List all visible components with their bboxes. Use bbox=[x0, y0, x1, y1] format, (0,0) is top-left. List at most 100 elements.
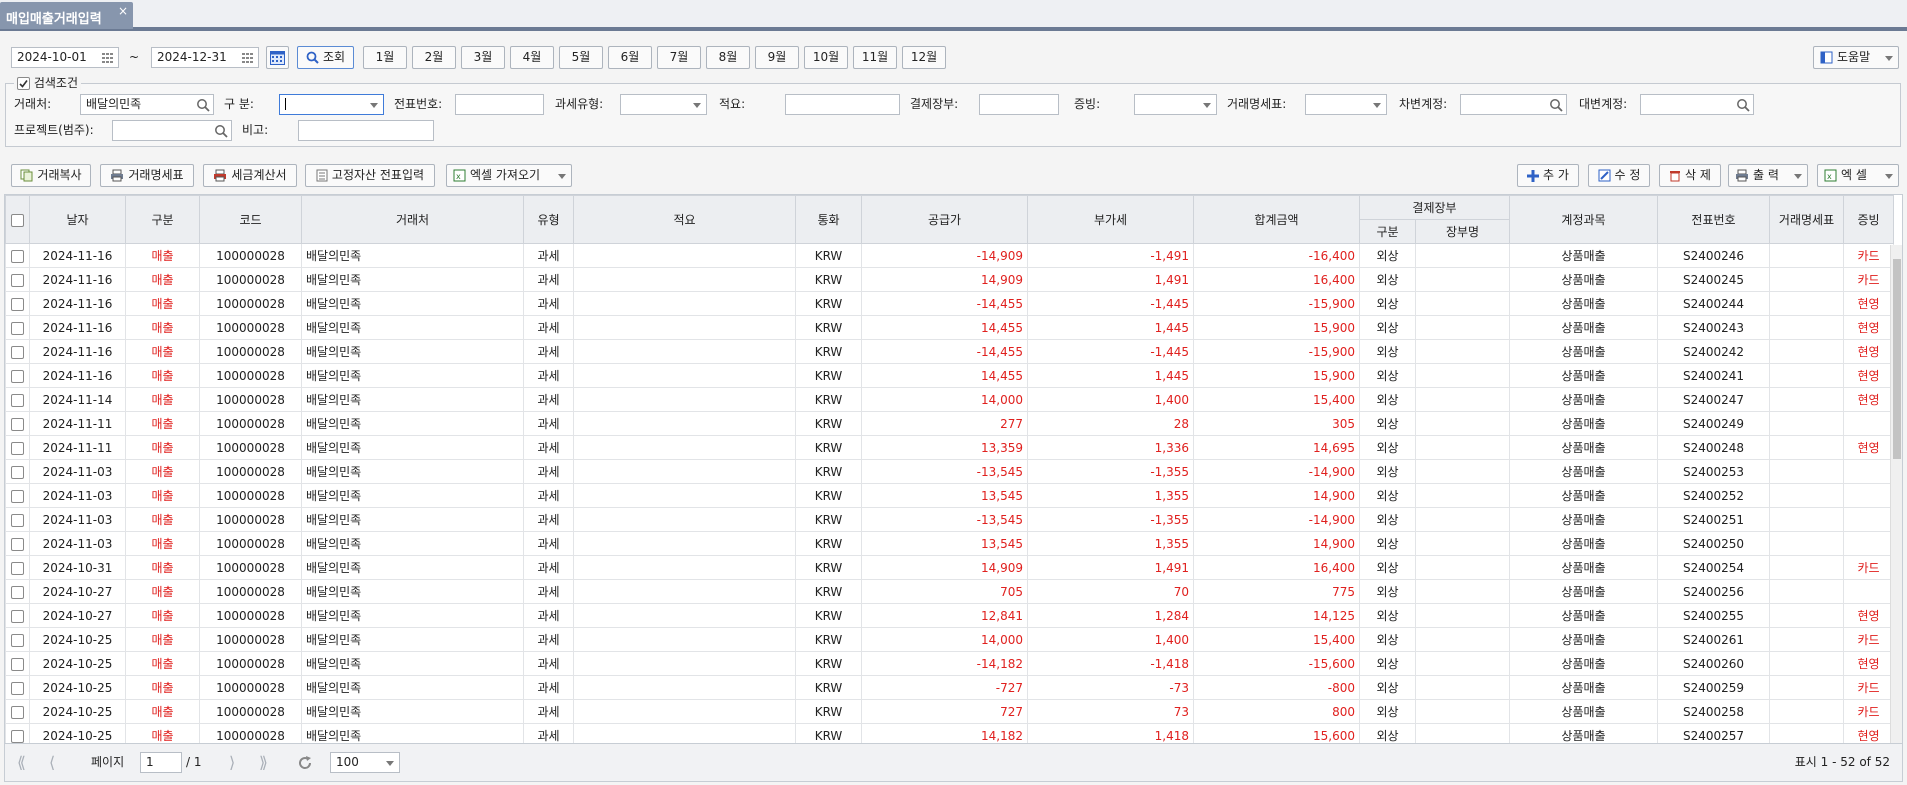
slip-number-input[interactable] bbox=[455, 94, 544, 115]
cell-statement[interactable] bbox=[1769, 531, 1845, 556]
table-row[interactable]: 2024-11-16 매출 100000028 배달의민족 과세 KRW 14,455 1,4… bbox=[5, 363, 1895, 388]
cell-memo[interactable] bbox=[573, 291, 796, 316]
excel-import-button[interactable]: x 엑셀 가져오기 bbox=[446, 164, 572, 187]
cell-kind[interactable]: 매출 bbox=[125, 675, 200, 700]
cell-kind[interactable]: 매출 bbox=[125, 483, 200, 508]
cell-client[interactable]: 배달의민족 bbox=[301, 651, 524, 676]
cell-pay-kind[interactable]: 외상 bbox=[1359, 291, 1416, 316]
cell-client[interactable]: 배달의민족 bbox=[301, 483, 524, 508]
cell-statement[interactable] bbox=[1769, 387, 1845, 412]
cell-kind[interactable]: 매출 bbox=[125, 579, 200, 604]
cell-pay-kind[interactable]: 외상 bbox=[1359, 723, 1416, 743]
row-checkbox[interactable] bbox=[11, 441, 24, 455]
cell-statement[interactable] bbox=[1769, 339, 1845, 364]
cell-account[interactable]: 상품매출 bbox=[1509, 483, 1659, 508]
credit-account-input[interactable] bbox=[1640, 94, 1754, 115]
cell-ledger[interactable] bbox=[1414, 531, 1511, 556]
cell-client[interactable]: 배달의민족 bbox=[301, 243, 524, 268]
cell-account[interactable]: 상품매출 bbox=[1509, 555, 1659, 580]
cell-ledger[interactable] bbox=[1414, 339, 1511, 364]
cell-memo[interactable] bbox=[573, 387, 796, 412]
table-row[interactable]: 2024-11-11 매출 100000028 배달의민족 과세 KRW 13,359 1,3… bbox=[5, 435, 1895, 460]
cell-slip[interactable]: S2400260 bbox=[1657, 651, 1771, 676]
cell-currency[interactable]: KRW bbox=[795, 363, 862, 388]
table-row[interactable]: 2024-10-25 매출 100000028 배달의민족 과세 KRW 14,000 1,4… bbox=[5, 627, 1895, 652]
header-supply[interactable]: 공급가 bbox=[861, 195, 1028, 244]
row-select-cell[interactable] bbox=[5, 699, 30, 724]
month-10-button[interactable]: 10월 bbox=[804, 46, 848, 69]
next-page-icon[interactable]: ⟩ bbox=[229, 753, 235, 772]
cell-statement[interactable] bbox=[1769, 243, 1845, 268]
cell-supply[interactable]: -14,909 bbox=[861, 243, 1028, 268]
grid-scrollbar-thumb[interactable] bbox=[1893, 259, 1901, 459]
cell-date[interactable]: 2024-11-11 bbox=[29, 411, 126, 436]
excel-button[interactable]: x엑 셀 bbox=[1817, 164, 1899, 187]
cell-code[interactable]: 100000028 bbox=[199, 315, 302, 340]
header-pay-kind[interactable]: 구분 bbox=[1359, 219, 1416, 244]
row-select-cell[interactable] bbox=[5, 507, 30, 532]
cell-type[interactable]: 과세 bbox=[523, 483, 574, 508]
statement-button[interactable]: 거래명세표 bbox=[100, 164, 194, 187]
row-checkbox[interactable] bbox=[11, 729, 24, 743]
cell-client[interactable]: 배달의민족 bbox=[301, 555, 524, 580]
cell-date[interactable]: 2024-11-03 bbox=[29, 507, 126, 532]
cell-memo[interactable] bbox=[573, 699, 796, 724]
cell-vat[interactable]: 70 bbox=[1027, 579, 1194, 604]
row-checkbox[interactable] bbox=[11, 681, 24, 695]
cell-slip[interactable]: S2400256 bbox=[1657, 579, 1771, 604]
cell-date[interactable]: 2024-11-16 bbox=[29, 339, 126, 364]
cell-kind[interactable]: 매출 bbox=[125, 723, 200, 743]
cell-vat[interactable]: -1,491 bbox=[1027, 243, 1194, 268]
client-input[interactable]: 배달의민족 bbox=[80, 94, 214, 115]
cell-total[interactable]: -800 bbox=[1193, 675, 1360, 700]
search-icon[interactable] bbox=[1736, 98, 1750, 112]
month-2-button[interactable]: 2월 bbox=[412, 46, 456, 69]
cell-kind[interactable]: 매출 bbox=[125, 435, 200, 460]
cell-code[interactable]: 100000028 bbox=[199, 267, 302, 292]
cell-memo[interactable] bbox=[573, 723, 796, 743]
cell-date[interactable]: 2024-11-03 bbox=[29, 531, 126, 556]
cell-ledger[interactable] bbox=[1414, 555, 1511, 580]
cell-slip[interactable]: S2400257 bbox=[1657, 723, 1771, 743]
cell-total[interactable]: -14,900 bbox=[1193, 459, 1360, 484]
cell-proof[interactable]: 현영 bbox=[1843, 651, 1895, 676]
cell-pay-kind[interactable]: 외상 bbox=[1359, 315, 1416, 340]
cell-memo[interactable] bbox=[573, 579, 796, 604]
cell-account[interactable]: 상품매출 bbox=[1509, 291, 1659, 316]
cell-statement[interactable] bbox=[1769, 267, 1845, 292]
cell-proof[interactable]: 카드 bbox=[1843, 243, 1895, 268]
cell-pay-kind[interactable]: 외상 bbox=[1359, 603, 1416, 628]
cell-date[interactable]: 2024-11-03 bbox=[29, 459, 126, 484]
cell-currency[interactable]: KRW bbox=[795, 699, 862, 724]
cell-type[interactable]: 과세 bbox=[523, 459, 574, 484]
cell-slip[interactable]: S2400247 bbox=[1657, 387, 1771, 412]
cell-proof[interactable] bbox=[1843, 531, 1895, 556]
close-icon[interactable]: × bbox=[118, 4, 128, 18]
cell-currency[interactable]: KRW bbox=[795, 267, 862, 292]
calendar-icon[interactable] bbox=[241, 51, 255, 65]
cell-memo[interactable] bbox=[573, 267, 796, 292]
table-row[interactable]: 2024-11-16 매출 100000028 배달의민족 과세 KRW -14,455 -1… bbox=[5, 339, 1895, 364]
cell-date[interactable]: 2024-10-25 bbox=[29, 723, 126, 743]
cell-vat[interactable]: -1,418 bbox=[1027, 651, 1194, 676]
cell-ledger[interactable] bbox=[1414, 411, 1511, 436]
cell-vat[interactable]: -73 bbox=[1027, 675, 1194, 700]
cell-pay-kind[interactable]: 외상 bbox=[1359, 435, 1416, 460]
cell-code[interactable]: 100000028 bbox=[199, 675, 302, 700]
cell-code[interactable]: 100000028 bbox=[199, 363, 302, 388]
cell-proof[interactable]: 현영 bbox=[1843, 291, 1895, 316]
cell-total[interactable]: 15,900 bbox=[1193, 363, 1360, 388]
tax-invoice-button[interactable]: 세금계산서 bbox=[203, 164, 297, 187]
row-checkbox[interactable] bbox=[11, 609, 24, 623]
cell-ledger[interactable] bbox=[1414, 675, 1511, 700]
cell-slip[interactable]: S2400249 bbox=[1657, 411, 1771, 436]
cell-statement[interactable] bbox=[1769, 459, 1845, 484]
cell-type[interactable]: 과세 bbox=[523, 627, 574, 652]
payment-ledger-input[interactable] bbox=[979, 94, 1059, 115]
cell-currency[interactable]: KRW bbox=[795, 675, 862, 700]
cell-ledger[interactable] bbox=[1414, 507, 1511, 532]
cell-pay-kind[interactable]: 외상 bbox=[1359, 651, 1416, 676]
cell-kind[interactable]: 매출 bbox=[125, 291, 200, 316]
cell-account[interactable]: 상품매출 bbox=[1509, 387, 1659, 412]
cell-total[interactable]: 14,900 bbox=[1193, 531, 1360, 556]
